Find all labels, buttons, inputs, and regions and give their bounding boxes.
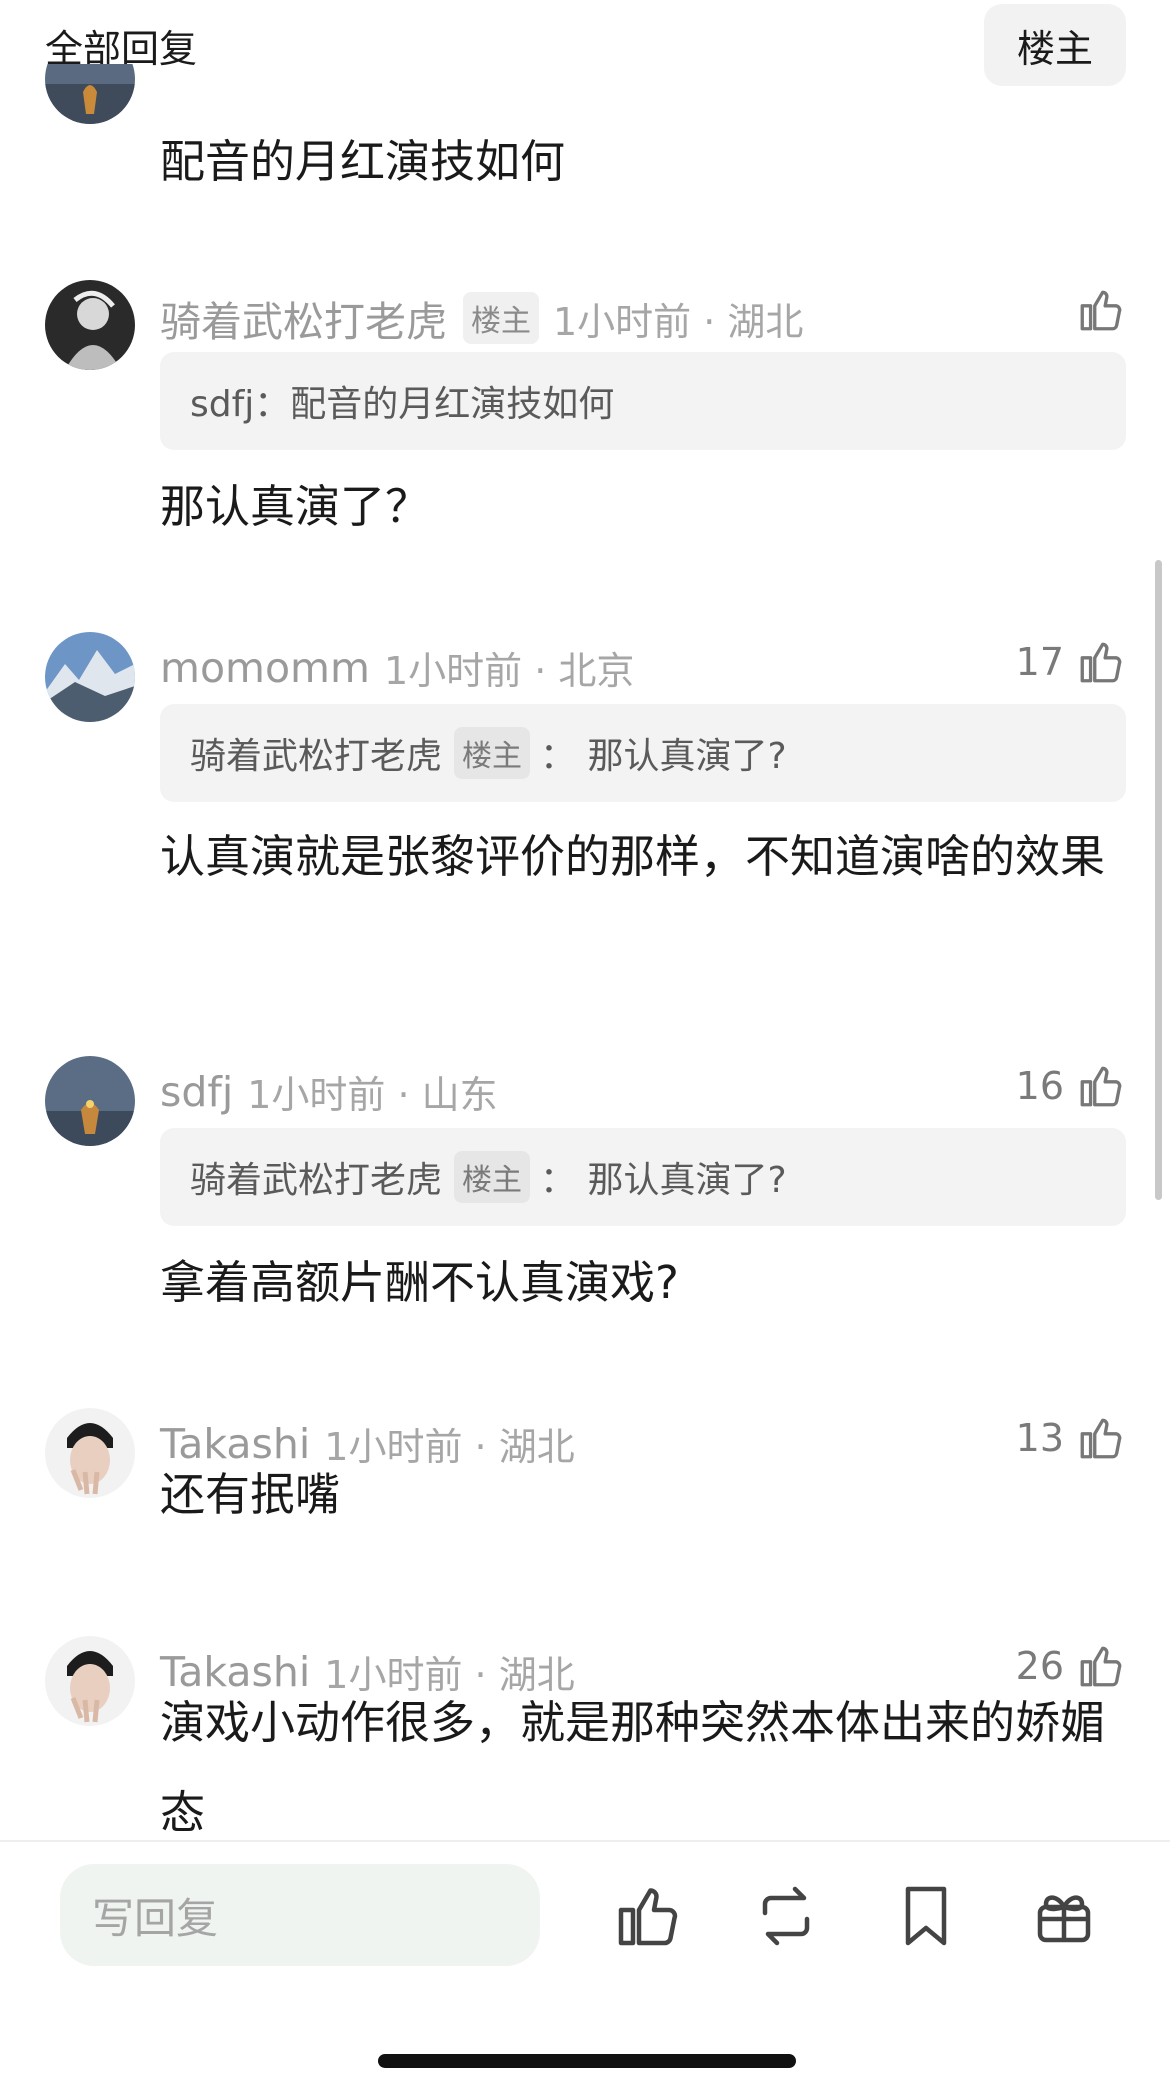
avatar[interactable] [45,632,135,722]
comment-text: 配音的月红演技如何 [160,135,566,188]
like-count: 16 [1015,1064,1064,1108]
avatar[interactable] [45,1056,135,1146]
quoted-reply[interactable]: 骑着武松打老虎 楼主 ： 那认真演了? [160,704,1126,802]
thumb-up-icon [1080,642,1122,683]
quoted-reply[interactable]: sdfj： 配音的月红演技如何 [160,352,1126,450]
comment-text: 拿着高额片酬不认真演戏? [160,1256,679,1309]
comment-text: 演戏小动作很多，就是那种突然本体出来的娇媚态 [160,1696,1106,1839]
username[interactable]: momomm [160,644,370,692]
comment-text: 认真演就是张黎评价的那样，不知道演啥的效果 [160,830,1106,883]
header: 全部回复 楼主 [0,0,1170,96]
avatar[interactable] [45,64,135,140]
bookmark-icon[interactable] [890,1880,962,1952]
comment-meta: momomm 1小时前 · 北京 [160,640,634,695]
username[interactable]: sdfj [160,1068,233,1116]
avatar[interactable] [45,1408,135,1498]
bottom-action-bar: 写回复 [0,1840,1170,2086]
like-button[interactable]: 17 [1016,632,1126,692]
reply-input[interactable]: 写回复 [60,1864,540,1966]
quote-user: 骑着武松打老虎 [190,1160,443,1201]
quote-text: ： 那认真演了? [540,736,787,777]
comment-meta: 骑着武松打老虎 楼主 1小时前 · 湖北 [160,288,803,348]
quote-text: 配音的月红演技如何 [290,384,615,425]
time-location: 1小时前 · 北京 [383,649,635,693]
scrollbar[interactable] [1155,560,1162,1200]
owner-only-button[interactable]: 楼主 [984,4,1126,86]
quoted-reply[interactable]: 骑着武松打老虎 楼主 ： 那认真演了? [160,1128,1126,1226]
owner-badge: 楼主 [454,727,531,779]
like-button[interactable]: 16 [1016,1056,1126,1116]
quote-user: sdfj： [190,384,291,425]
comment-text: 那认真演了？ [160,480,431,533]
comment-text: 还有抿嘴 [160,1468,341,1521]
quote-text: ： 那认真演了? [540,1160,787,1201]
like-button[interactable] [1076,280,1126,340]
time-location: 1小时前 · 山东 [247,1073,498,1117]
quote-user: 骑着武松打老虎 [190,736,443,777]
comment-meta: sdfj 1小时前 · 山东 [160,1064,498,1119]
thumb-up-icon [1080,290,1122,331]
repost-icon[interactable] [750,1880,822,1952]
username[interactable]: 骑着武松打老虎 [160,288,447,348]
thumb-up-icon[interactable] [612,1880,684,1952]
like-count: 17 [1015,640,1064,684]
owner-badge: 楼主 [454,1151,531,1203]
home-indicator[interactable] [378,2054,796,2068]
avatar[interactable] [45,280,135,370]
gift-icon[interactable] [1028,1880,1100,1952]
thumb-up-icon [1080,1066,1122,1107]
time-location: 1小时前 · 湖北 [553,299,804,344]
avatar[interactable] [45,1636,135,1726]
owner-badge: 楼主 [463,292,539,344]
